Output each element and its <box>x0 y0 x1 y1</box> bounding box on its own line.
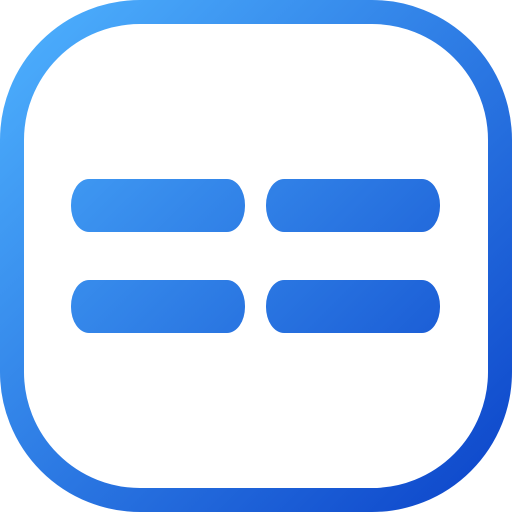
pill-top-left <box>71 179 245 232</box>
app-icon <box>0 0 512 512</box>
grid-split-icon <box>0 0 512 512</box>
pill-bottom-left <box>71 280 245 333</box>
pill-top-right <box>266 179 440 232</box>
pill-bottom-right <box>266 280 440 333</box>
frame-outline <box>0 0 512 512</box>
